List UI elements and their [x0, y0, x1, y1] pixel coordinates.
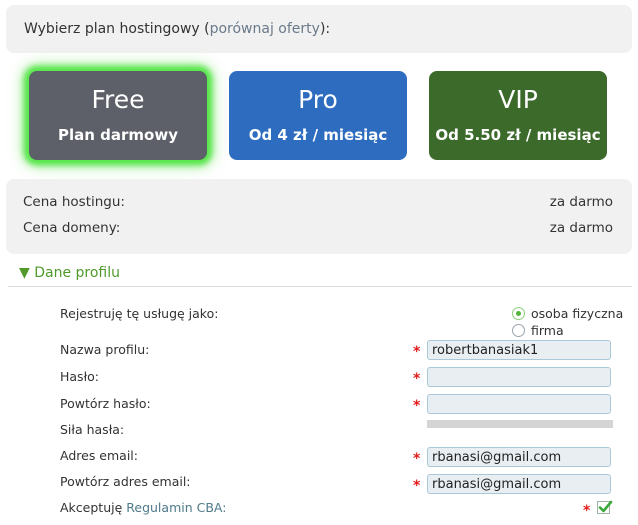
repeat-email-label: Powtórz adres email:: [60, 474, 191, 489]
hosting-price-row: Cena hostingu: za darmo: [23, 194, 613, 214]
accept-terms-checkbox[interactable]: [597, 500, 613, 514]
required-mark: *: [413, 371, 421, 387]
accept-terms-label: Akceptuję Regulamin CBA:: [60, 500, 226, 515]
email-label: Adres email:: [60, 448, 138, 463]
password-label: Hasło:: [60, 369, 99, 384]
plan-free-card[interactable]: Free Plan darmowy: [29, 71, 207, 160]
compare-offers-link[interactable]: porównaj oferty: [210, 21, 320, 37]
required-mark: *: [413, 451, 421, 467]
plan-pro-card[interactable]: Pro Od 4 zł / miesiąc: [229, 71, 407, 160]
required-mark: *: [413, 344, 421, 360]
plan-pro-price: Od 4 zł / miesiąc: [248, 126, 388, 144]
password-input[interactable]: [427, 367, 611, 387]
plan-pro-name: Pro: [298, 85, 338, 114]
repeat-email-input[interactable]: [427, 474, 611, 494]
plan-vip-card[interactable]: VIP Od 5.50 zł / miesiąc: [429, 71, 607, 160]
profile-section-toggle[interactable]: ▼ Dane profilu: [19, 265, 120, 281]
radio-firma[interactable]: firma: [512, 323, 564, 338]
plan-header-panel: Wybierz plan hostingowy (porównaj oferty…: [6, 5, 632, 53]
pricing-panel: Cena hostingu: za darmo Cena domeny: za …: [6, 179, 632, 254]
profile-name-label: Nazwa profilu:: [60, 342, 150, 357]
plan-header-text: Wybierz plan hostingowy (porównaj oferty…: [24, 21, 330, 37]
plan-vip-price: Od 5.50 zł / miesiąc: [435, 126, 601, 144]
hosting-price-value: za darmo: [549, 194, 613, 210]
hosting-price-label: Cena hostingu:: [23, 194, 125, 210]
plan-vip-name: VIP: [498, 85, 538, 114]
plan-header-label: Wybierz plan hostingowy (: [24, 21, 210, 37]
plan-free-price: Plan darmowy: [58, 126, 178, 144]
required-mark: *: [583, 503, 591, 519]
checkmark-icon: [598, 500, 613, 513]
domain-price-value: za darmo: [549, 220, 613, 236]
plan-header-suffix: ):: [319, 21, 331, 37]
radio-checked-icon[interactable]: [512, 307, 525, 320]
required-mark: *: [413, 478, 421, 494]
section-divider: [8, 286, 632, 287]
password-strength-label: Siła hasła:: [60, 422, 125, 437]
domain-price-label: Cena domeny:: [23, 220, 121, 236]
radio-unchecked-icon[interactable]: [512, 324, 525, 337]
email-input[interactable]: [427, 447, 611, 467]
required-mark: *: [413, 398, 421, 414]
plan-free-name: Free: [91, 85, 145, 114]
hosting-order-page: Wybierz plan hostingowy (porównaj oferty…: [0, 0, 638, 525]
profile-name-input[interactable]: [427, 340, 611, 360]
accept-prefix: Akceptuję: [60, 500, 123, 515]
register-as-label: Rejestruję tę usługę jako:: [60, 306, 219, 321]
repeat-password-input[interactable]: [427, 394, 611, 414]
domain-price-row: Cena domeny: za darmo: [23, 220, 613, 240]
radio-osoba-fizyczna[interactable]: osoba fizyczna: [512, 306, 623, 321]
radio-firma-label: firma: [531, 323, 564, 338]
repeat-password-label: Powtórz hasło:: [60, 396, 151, 411]
radio-osoba-fizyczna-label: osoba fizyczna: [531, 306, 624, 321]
password-strength-bar: [427, 420, 613, 428]
terms-link[interactable]: Regulamin CBA:: [126, 500, 226, 515]
